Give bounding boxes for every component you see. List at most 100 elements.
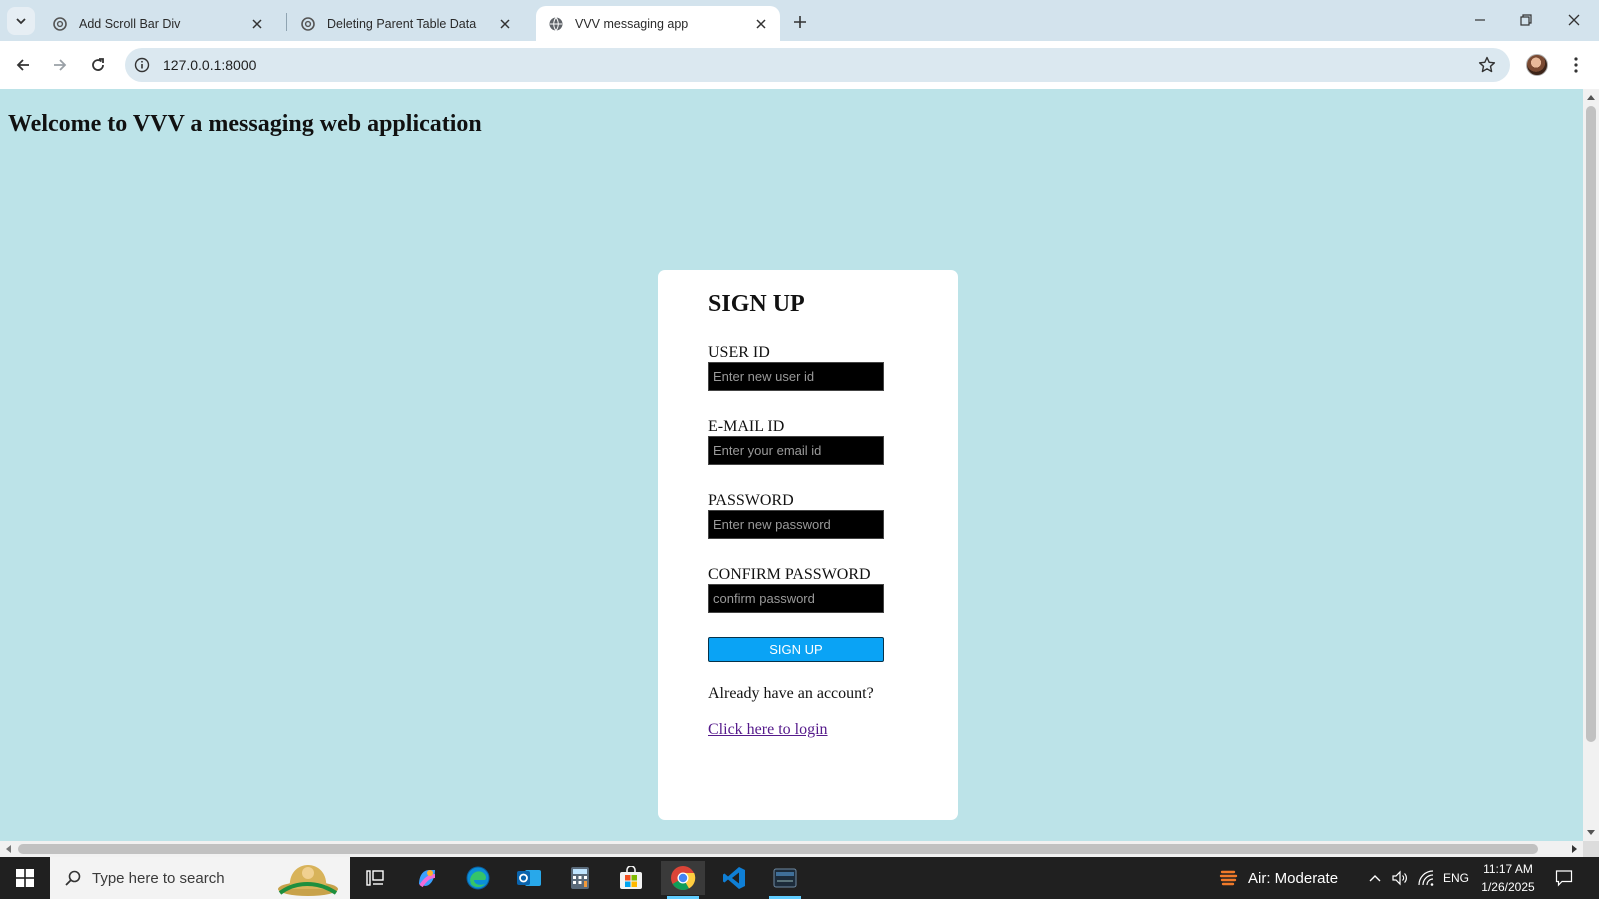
task-view-icon [366, 870, 384, 886]
wifi-icon [1418, 870, 1434, 886]
close-icon[interactable] [752, 15, 770, 33]
chatgpt-icon [53, 16, 67, 31]
chrome-icon [671, 866, 696, 891]
horizontal-scroll-thumb[interactable] [18, 844, 1538, 854]
tab-separator [286, 13, 287, 31]
outlook-button[interactable] [507, 861, 551, 895]
start-button[interactable] [0, 857, 50, 899]
tab-vvv-messaging-app[interactable]: VVV messaging app [536, 6, 780, 41]
close-icon [1568, 14, 1580, 26]
close-window-button[interactable] [1559, 8, 1589, 32]
notification-center-button[interactable] [1552, 866, 1576, 890]
kebab-menu-icon [1574, 57, 1578, 73]
windows-taskbar: Type here to search Air: Moderate ENG 11… [0, 857, 1599, 899]
vscode-button[interactable] [712, 861, 756, 895]
windows-logo-icon [16, 869, 34, 887]
restore-icon [1520, 14, 1532, 26]
network-button[interactable] [1414, 857, 1438, 899]
confirm-password-input[interactable] [708, 584, 884, 613]
volume-button[interactable] [1388, 857, 1412, 899]
system-clock[interactable]: 11:17 AM 1/26/2025 [1470, 860, 1546, 896]
calculator-button[interactable] [558, 861, 602, 895]
site-info-icon[interactable] [133, 56, 151, 74]
copilot-button[interactable] [405, 861, 449, 895]
clock-date: 1/26/2025 [1481, 880, 1535, 894]
air-quality-text: Air: Moderate [1248, 869, 1339, 887]
signup-button[interactable]: SIGN UP [708, 637, 884, 662]
vscode-icon [723, 867, 745, 889]
profile-avatar[interactable] [1526, 54, 1548, 76]
password-label: PASSWORD [708, 492, 794, 509]
calculator-icon [571, 867, 589, 889]
tab-search-button[interactable] [7, 7, 35, 35]
scroll-up-arrow-icon[interactable] [1583, 89, 1599, 105]
close-icon[interactable] [496, 15, 514, 33]
taskbar-search[interactable]: Type here to search [50, 857, 350, 899]
search-icon [62, 867, 84, 889]
clock-time: 11:17 AM [1483, 862, 1533, 876]
signup-title: SIGN UP [708, 291, 805, 317]
close-icon[interactable] [248, 15, 266, 33]
tab-title: Add Scroll Bar Div [79, 16, 181, 31]
minimize-icon [1475, 19, 1485, 21]
mysql-icon [773, 868, 797, 888]
reload-icon [92, 58, 104, 71]
copilot-icon [419, 870, 436, 888]
tab-deleting-parent-table-data[interactable]: Deleting Parent Table Data [288, 6, 524, 41]
signup-card: SIGN UP USER ID E-MAIL ID PASSWORD CONFI… [658, 270, 958, 820]
scroll-down-arrow-icon[interactable] [1583, 825, 1599, 841]
password-input[interactable] [708, 510, 884, 539]
new-tab-button[interactable] [789, 11, 811, 33]
tab-add-scroll-bar-div[interactable]: Add Scroll Bar Div [40, 6, 276, 41]
address-bar[interactable]: 127.0.0.1:8000 [125, 48, 1510, 82]
back-button[interactable] [9, 51, 37, 79]
volume-icon [1392, 870, 1407, 886]
scroll-left-arrow-icon[interactable] [0, 841, 16, 857]
browser-menu-button[interactable] [1566, 54, 1586, 76]
tab-title: Deleting Parent Table Data [327, 16, 477, 31]
forward-button[interactable] [46, 51, 74, 79]
microsoft-store-icon [620, 866, 642, 889]
email-id-label: E-MAIL ID [708, 418, 785, 435]
plus-icon [794, 16, 806, 28]
user-id-input[interactable] [708, 362, 884, 391]
reload-button[interactable] [84, 51, 112, 79]
air-quality-widget[interactable]: Air: Moderate [1218, 857, 1338, 899]
chrome-button[interactable] [661, 861, 705, 899]
vertical-scroll-thumb[interactable] [1586, 106, 1596, 742]
already-have-account-text: Already have an account? [708, 685, 874, 702]
page-heading: Welcome to VVV a messaging web applicati… [8, 111, 482, 137]
notification-icon [1555, 870, 1573, 887]
minimize-button[interactable] [1465, 8, 1495, 32]
restore-button[interactable] [1511, 8, 1541, 32]
mysql-workbench-button[interactable] [763, 861, 807, 899]
search-placeholder: Type here to search [92, 869, 225, 887]
url-text[interactable]: 127.0.0.1:8000 [163, 57, 256, 73]
confirm-password-label: CONFIRM PASSWORD [708, 566, 871, 583]
vertical-scrollbar[interactable] [1583, 89, 1599, 841]
arrow-left-icon [16, 59, 29, 71]
edge-icon [466, 866, 490, 890]
scrollbar-corner [1583, 841, 1599, 857]
arrow-right-icon [54, 59, 67, 71]
air-quality-icon [1219, 870, 1238, 886]
bookmark-star-icon[interactable] [1478, 56, 1496, 74]
user-id-label: USER ID [708, 344, 770, 361]
page-viewport: Welcome to VVV a messaging web applicati… [0, 89, 1583, 841]
chatgpt-icon [301, 16, 315, 31]
browser-toolbar: 127.0.0.1:8000 [0, 41, 1599, 89]
chevron-down-icon [16, 18, 26, 25]
chevron-up-icon [1369, 875, 1381, 882]
browser-tab-strip: Add Scroll Bar Div Deleting Parent Table… [0, 0, 1599, 41]
language-indicator[interactable]: ENG [1442, 857, 1470, 899]
email-id-input[interactable] [708, 436, 884, 465]
login-link[interactable]: Click here to login [708, 721, 828, 739]
show-hidden-icons-button[interactable] [1365, 857, 1385, 899]
task-view-button[interactable] [353, 861, 397, 895]
horizontal-scrollbar[interactable] [0, 841, 1583, 857]
scroll-right-arrow-icon[interactable] [1567, 841, 1583, 857]
outlook-icon [517, 870, 541, 886]
store-button[interactable] [609, 861, 653, 895]
edge-button[interactable] [456, 861, 500, 895]
globe-icon [549, 16, 563, 31]
